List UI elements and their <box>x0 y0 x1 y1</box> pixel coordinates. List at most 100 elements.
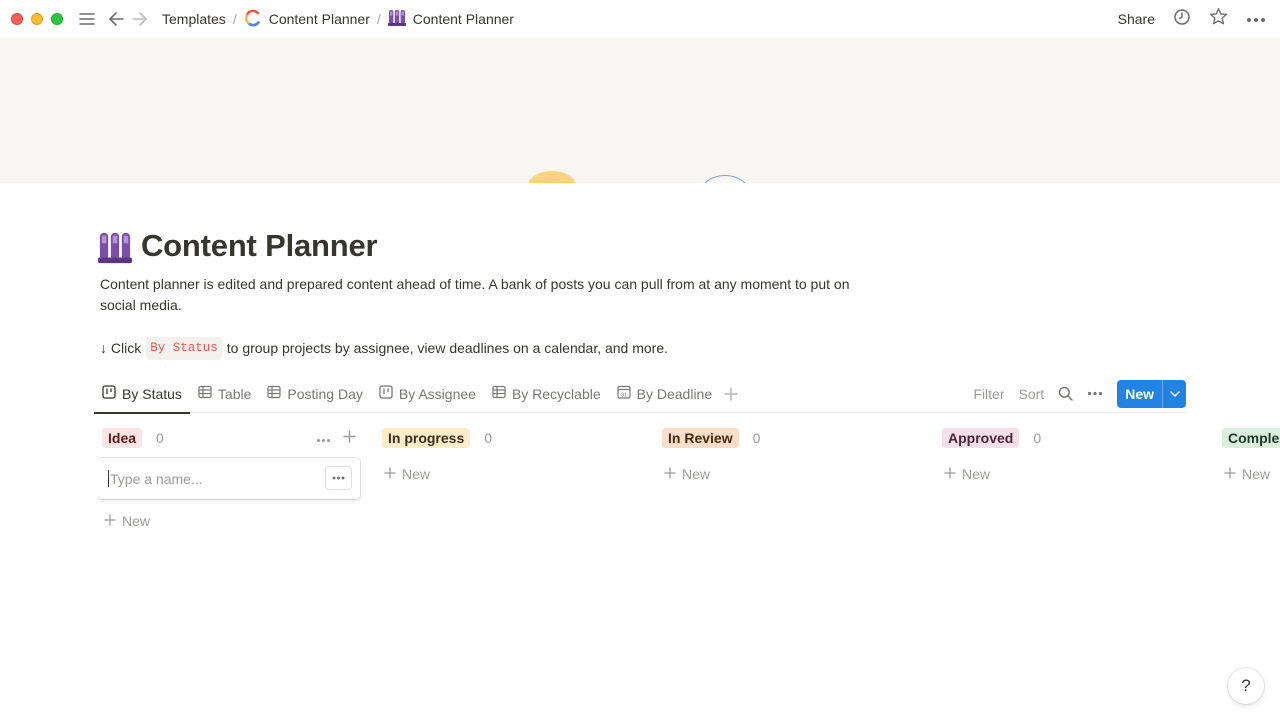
column-more-icon[interactable] <box>316 430 331 448</box>
text-caret <box>108 470 109 487</box>
breadcrumb-separator: / <box>232 11 237 27</box>
top-bar: Templates / Content Planner / Content Pl… <box>0 0 1280 38</box>
page-purple-icon <box>387 9 406 30</box>
add-card-button[interactable]: New <box>378 462 640 486</box>
breadcrumb-label: Content Planner <box>412 11 514 27</box>
breadcrumb-content-planner-page[interactable]: Content Planner <box>384 7 518 32</box>
column-header: In Review 0 <box>658 426 920 450</box>
tab-table[interactable]: Table <box>190 374 259 413</box>
plus-icon <box>664 466 676 482</box>
board-column-approved: Approved 0 New <box>938 426 1200 486</box>
inline-code: By Status <box>146 337 222 360</box>
status-badge[interactable]: In Review <box>662 428 739 448</box>
forward-arrow-icon[interactable] <box>130 9 150 29</box>
more-dots-icon[interactable] <box>1246 10 1266 28</box>
board-column-in-review: In Review 0 New <box>658 426 920 486</box>
breadcrumb-label: Templates <box>162 11 226 27</box>
card-more-icon[interactable] <box>325 466 352 490</box>
page-hint: ↓ Click By Status to group projects by a… <box>100 337 668 360</box>
plus-icon <box>104 513 116 529</box>
updates-clock-icon[interactable] <box>1173 8 1191 31</box>
column-count: 0 <box>484 430 493 446</box>
favorite-star-icon[interactable] <box>1209 7 1228 31</box>
tab-posting-day[interactable]: Posting Day <box>259 374 370 413</box>
search-icon[interactable] <box>1058 386 1073 401</box>
calendar-icon: 31 <box>617 385 631 402</box>
status-badge[interactable]: In progress <box>382 428 471 448</box>
column-count: 0 <box>156 430 164 446</box>
new-record-button-group: New <box>1117 379 1186 408</box>
plus-icon <box>1224 466 1236 482</box>
window-close-button[interactable] <box>11 13 23 25</box>
tab-label: By Assignee <box>398 385 476 402</box>
database-view-bar: By Status Table Posting Day By Assignee … <box>94 374 1186 414</box>
window-minimize-button[interactable] <box>31 13 43 25</box>
tab-by-status[interactable]: By Status <box>94 374 190 414</box>
add-card-label: New <box>962 466 991 482</box>
card-name-placeholder: Type a name... <box>110 470 203 487</box>
top-actions: Share <box>1118 0 1266 38</box>
tab-label: By Status <box>122 385 182 402</box>
cover-illustration-shape <box>528 171 576 183</box>
add-card-label: New <box>1242 466 1271 482</box>
status-badge[interactable]: Idea <box>102 428 143 448</box>
hint-prefix: ↓ Click <box>100 340 142 356</box>
plus-icon <box>944 466 956 482</box>
tab-label: By Recyclable <box>511 385 601 402</box>
chevron-down-icon[interactable] <box>1162 379 1186 408</box>
back-arrow-icon[interactable] <box>106 9 126 29</box>
sidebar-menu-icon[interactable] <box>77 9 97 29</box>
board-icon <box>379 385 393 402</box>
tab-by-deadline[interactable]: 31 By Deadline <box>609 374 721 413</box>
view-tabs: By Status Table Posting Day By Assignee … <box>94 374 738 414</box>
more-dots-icon[interactable] <box>1087 391 1103 396</box>
content-planner-logo-icon <box>244 9 262 30</box>
breadcrumb-templates[interactable]: Templates <box>158 9 230 29</box>
column-count: 0 <box>1033 430 1042 446</box>
kanban-board: Idea 0 Type a name... New In progress 0 <box>98 426 1280 546</box>
plus-icon <box>384 466 396 482</box>
window-controls <box>11 13 63 25</box>
breadcrumb-content-planner-teamspace[interactable]: Content Planner <box>240 7 374 32</box>
add-card-label: New <box>402 466 431 482</box>
breadcrumb-label: Content Planner <box>268 11 370 27</box>
column-header: Comple <box>1218 426 1280 450</box>
tab-label: Table <box>217 385 252 402</box>
board-column-complete: Comple New <box>1218 426 1280 486</box>
new-record-button[interactable]: New <box>1117 380 1162 408</box>
add-view-plus-icon[interactable] <box>724 386 738 401</box>
table-icon <box>198 385 212 402</box>
add-card-button[interactable]: New <box>658 462 920 486</box>
page-title[interactable]: Content Planner <box>141 228 378 264</box>
board-column-idea: Idea 0 Type a name... New <box>98 426 360 533</box>
share-button[interactable]: Share <box>1118 11 1155 27</box>
add-card-label: New <box>122 513 151 529</box>
table-icon <box>492 385 506 402</box>
column-tools <box>316 430 356 448</box>
column-add-plus-icon[interactable] <box>343 430 356 448</box>
column-count: 0 <box>752 430 761 446</box>
filter-button[interactable]: Filter <box>973 386 1004 402</box>
add-card-button[interactable]: New <box>938 462 1200 486</box>
sort-button[interactable]: Sort <box>1019 386 1045 402</box>
status-badge[interactable]: Approved <box>942 428 1020 448</box>
view-actions: Filter Sort New <box>973 374 1186 413</box>
status-badge[interactable]: Comple <box>1222 428 1280 448</box>
column-header: Approved 0 <box>938 426 1200 450</box>
svg-text:31: 31 <box>621 392 627 398</box>
new-card-name-input[interactable]: Type a name... <box>98 458 360 499</box>
page-cover <box>0 38 1280 183</box>
column-header: Idea 0 <box>98 426 360 450</box>
breadcrumb: Templates / Content Planner / Content Pl… <box>158 7 518 32</box>
tab-by-assignee[interactable]: By Assignee <box>371 374 484 413</box>
tab-by-recyclable[interactable]: By Recyclable <box>484 374 609 413</box>
tab-label: Posting Day <box>287 385 363 402</box>
window-zoom-button[interactable] <box>51 13 63 25</box>
cover-illustration-shape <box>702 175 748 183</box>
page-purple-icon[interactable] <box>98 231 132 265</box>
board-column-in-progress: In progress 0 New <box>378 426 640 486</box>
breadcrumb-separator: / <box>376 11 381 27</box>
add-card-button[interactable]: New <box>98 509 360 533</box>
add-card-button[interactable]: New <box>1218 462 1280 486</box>
help-button[interactable]: ? <box>1228 668 1264 704</box>
